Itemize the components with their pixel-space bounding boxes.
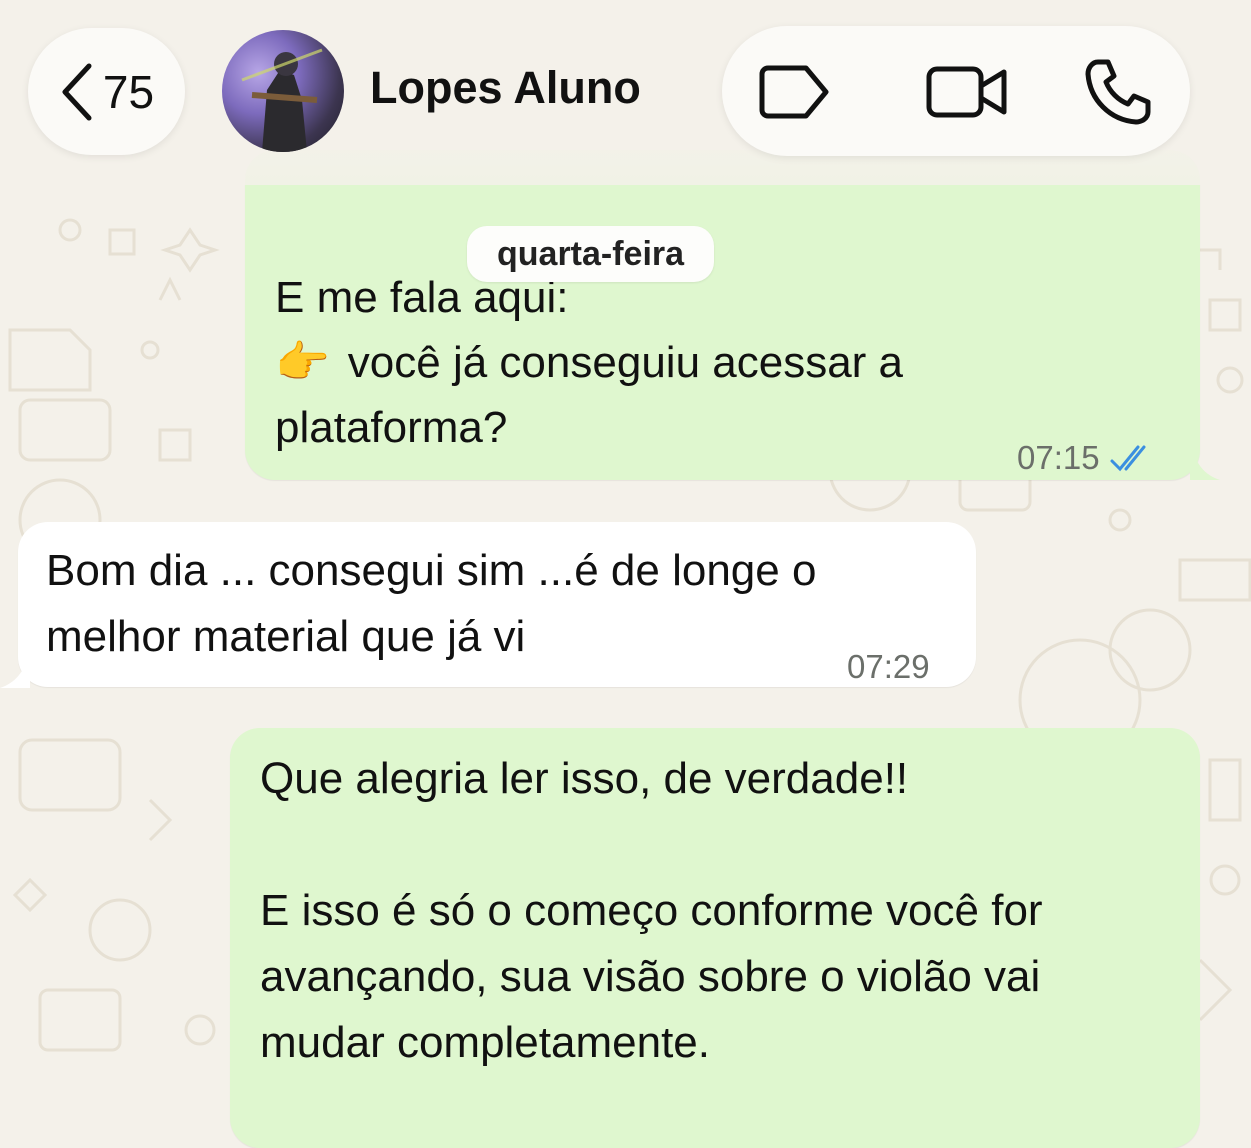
bubble-tail xyxy=(1190,440,1220,480)
outgoing-message-bubble[interactable]: Que alegria ler isso, de verdade!! E iss… xyxy=(230,728,1200,1148)
avatar-image xyxy=(241,48,323,152)
chevron-left-icon xyxy=(62,63,92,120)
message-time: 07:15 xyxy=(1017,439,1100,476)
message-text-line: Que alegria ler isso, de verdade!! xyxy=(260,754,909,803)
message-text-line: 👉 você já conseguiu acessar a xyxy=(275,330,903,395)
message-time: 07:29 xyxy=(847,648,930,685)
message-text-line: avançando, sua visão sobre o violão vai xyxy=(260,952,1041,1001)
chat-header: 75 Lopes Aluno xyxy=(0,0,1251,185)
message-meta: 07:29 xyxy=(847,634,930,699)
avatar[interactable] xyxy=(222,30,344,152)
message-text-line: plataforma? xyxy=(275,403,508,452)
tag-icon[interactable] xyxy=(756,64,830,120)
message-text-line: melhor material que já vi xyxy=(46,612,526,661)
back-button[interactable]: 75 xyxy=(28,28,185,155)
incoming-message-bubble[interactable]: Bom dia ... consegui sim ...é de longe o… xyxy=(18,522,976,687)
message-text: você já conseguiu acessar a xyxy=(347,338,904,387)
double-check-icon xyxy=(1110,445,1146,471)
message-text-line: mudar completamente. xyxy=(260,1018,710,1067)
bubble-tail xyxy=(0,650,30,688)
phone-icon[interactable] xyxy=(1084,58,1152,126)
video-camera-icon[interactable] xyxy=(926,66,1008,118)
message-text-line: E isso é só o começo conforme você for xyxy=(260,886,1043,935)
pointing-hand-emoji: 👉 xyxy=(275,337,330,388)
message-meta: 07:15 xyxy=(1017,425,1156,490)
unread-count: 75 xyxy=(102,65,155,118)
outgoing-message-bubble[interactable]: E me fala aqui: 👉 você já conseguiu aces… xyxy=(245,150,1200,480)
contact-name[interactable]: Lopes Aluno xyxy=(370,62,641,114)
header-actions xyxy=(722,26,1190,156)
message-text-line: Bom dia ... consegui sim ...é de longe o xyxy=(46,546,817,595)
date-separator: quarta-feira xyxy=(467,226,715,282)
